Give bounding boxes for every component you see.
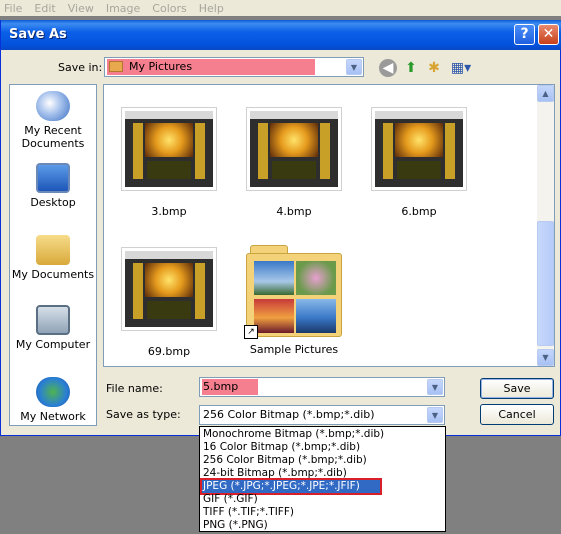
file-item[interactable]: 69.bmp	[119, 247, 219, 358]
file-name-label: File name:	[106, 382, 163, 395]
type-option[interactable]: PNG (*.PNG)	[202, 519, 443, 532]
menu-help[interactable]: Help	[199, 2, 224, 15]
folder-icon: ↗	[244, 245, 342, 339]
file-thumbnail	[246, 107, 342, 191]
menu-colors[interactable]: Colors	[152, 2, 186, 15]
save-in-label: Save in:	[58, 61, 103, 74]
vertical-scrollbar[interactable]: ▲ ▼	[537, 85, 554, 366]
type-option[interactable]: 24-bit Bitmap (*.bmp;*.dib)	[202, 467, 443, 480]
file-thumbnail	[121, 107, 217, 191]
scroll-down-button[interactable]: ▼	[537, 349, 554, 366]
dialog-title-bar[interactable]: Save As ? ✕	[1, 20, 561, 50]
menu-view[interactable]: View	[68, 2, 94, 15]
menu-file[interactable]: File	[4, 2, 22, 15]
type-option[interactable]: 16 Color Bitmap (*.bmp;*.dib)	[202, 441, 443, 454]
file-name-input[interactable]: 5.bmp ▼	[199, 377, 445, 397]
desktop-icon	[36, 163, 70, 193]
save-in-combo[interactable]: My Pictures ▼	[104, 57, 364, 77]
save-as-type-combo[interactable]: 256 Color Bitmap (*.bmp;*.dib) ▼	[199, 405, 445, 425]
folder-item[interactable]: ↗ Sample Pictures	[244, 245, 344, 356]
file-name: 4.bmp	[276, 205, 312, 218]
scroll-up-button[interactable]: ▲	[537, 85, 554, 102]
save-as-type-value: 256 Color Bitmap (*.bmp;*.dib)	[203, 408, 375, 421]
place-label: My Computer	[15, 338, 91, 351]
help-button[interactable]: ?	[514, 24, 535, 45]
type-option[interactable]: GIF (*.GIF)	[202, 493, 443, 506]
new-folder-icon[interactable]: ✱	[425, 59, 443, 77]
file-name-value: 5.bmp	[203, 380, 239, 393]
file-list[interactable]: 3.bmp 4.bmp 6.bmp 69.bmp ↗ Sample Pictur…	[103, 84, 555, 367]
file-thumbnail	[121, 247, 217, 331]
place-label: My Recent Documents	[21, 124, 85, 150]
type-option[interactable]: Monochrome Bitmap (*.bmp;*.dib)	[202, 428, 443, 441]
my-network-icon	[36, 377, 70, 407]
file-name: 3.bmp	[151, 205, 187, 218]
save-button[interactable]: Save	[480, 378, 554, 399]
chevron-down-icon[interactable]: ▼	[346, 59, 362, 75]
recent-documents-icon	[36, 91, 70, 121]
place-desktop[interactable]: Desktop	[10, 163, 96, 209]
file-item[interactable]: 3.bmp	[119, 107, 219, 218]
cancel-button[interactable]: Cancel	[480, 404, 554, 425]
place-my-computer[interactable]: My Computer	[10, 305, 96, 351]
place-label: My Documents	[11, 268, 95, 281]
chevron-down-icon[interactable]: ▼	[427, 379, 443, 395]
save-as-dialog: Save As ? ✕ Save in: My Pictures ▼ ◀ ⬆ ✱…	[0, 20, 561, 436]
place-label: Desktop	[30, 196, 76, 209]
type-option-highlighted[interactable]: JPEG (*.JPG;*.JPEG;*.JPE;*.JFIF)	[200, 478, 382, 495]
places-bar: My Recent Documents Desktop My Documents…	[9, 84, 97, 426]
folder-icon	[109, 61, 123, 72]
place-label: My Network	[20, 410, 86, 423]
place-my-recent-documents[interactable]: My Recent Documents	[10, 91, 96, 150]
type-option[interactable]: TIFF (*.TIF;*.TIFF)	[202, 506, 443, 519]
my-documents-icon	[36, 235, 70, 265]
file-name: 69.bmp	[147, 345, 191, 358]
save-as-type-label: Save as type:	[106, 408, 181, 421]
shortcut-arrow-icon: ↗	[244, 325, 258, 339]
views-menu-icon[interactable]: ▦▾	[450, 59, 472, 77]
file-item[interactable]: 4.bmp	[244, 107, 344, 218]
place-my-network[interactable]: My Network	[10, 377, 96, 423]
app-menu-bar: File Edit View Image Colors Help	[0, 0, 561, 16]
my-computer-icon	[36, 305, 70, 335]
back-icon[interactable]: ◀	[379, 59, 397, 77]
file-name: 6.bmp	[401, 205, 437, 218]
scroll-thumb[interactable]	[537, 221, 554, 346]
folder-name: Sample Pictures	[249, 343, 339, 356]
file-item[interactable]: 6.bmp	[369, 107, 469, 218]
save-in-value: My Pictures	[129, 60, 193, 73]
type-option[interactable]: 256 Color Bitmap (*.bmp;*.dib)	[202, 454, 443, 467]
dialog-title: Save As	[9, 27, 67, 42]
place-my-documents[interactable]: My Documents	[10, 235, 96, 281]
chevron-down-icon[interactable]: ▼	[427, 407, 443, 423]
save-as-type-dropdown-list[interactable]: Monochrome Bitmap (*.bmp;*.dib) 16 Color…	[199, 426, 446, 532]
file-thumbnail	[371, 107, 467, 191]
up-folder-icon[interactable]: ⬆	[402, 59, 420, 77]
close-button[interactable]: ✕	[538, 24, 559, 45]
menu-image[interactable]: Image	[106, 2, 140, 15]
menu-edit[interactable]: Edit	[34, 2, 55, 15]
